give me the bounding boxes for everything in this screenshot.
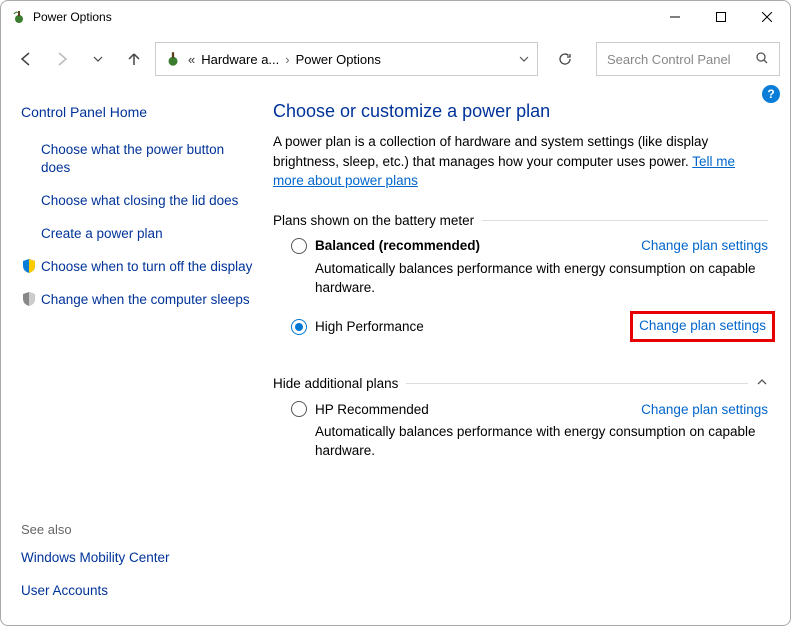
plan-desc-hp-recommended: Automatically balances performance with … [315, 423, 768, 461]
plan-high-performance: High Performance Change plan settings [273, 313, 768, 340]
seealso-user-accounts[interactable]: User Accounts [21, 582, 108, 601]
main-panel: ? Choose or customize a power plan A pow… [263, 85, 790, 625]
change-settings-balanced[interactable]: Change plan settings [641, 238, 768, 253]
plan-balanced: Balanced (recommended) Change plan setti… [273, 238, 768, 298]
sidebar-link-closing-lid[interactable]: Choose what closing the lid does [41, 192, 238, 211]
sidebar-link-computer-sleeps[interactable]: Change when the computer sleeps [41, 291, 250, 310]
section-additional-plans[interactable]: Hide additional plans [273, 376, 768, 391]
sidebar-link-power-button[interactable]: Choose what the power button does [41, 141, 253, 179]
breadcrumb-prefix: « [188, 52, 195, 67]
radio-high-performance[interactable] [291, 319, 307, 335]
shield-icon [21, 291, 37, 307]
chevron-down-icon[interactable] [519, 52, 529, 67]
address-bar[interactable]: « Hardware a... › Power Options [155, 42, 538, 76]
page-description: A power plan is a collection of hardware… [273, 132, 768, 191]
help-icon[interactable]: ? [762, 85, 780, 103]
control-panel-icon [164, 50, 182, 68]
plan-name-high-performance[interactable]: High Performance [315, 319, 424, 334]
window-icon [11, 9, 27, 25]
see-also-label: See also [21, 522, 253, 537]
refresh-button[interactable] [548, 42, 582, 76]
search-input[interactable]: Search Control Panel [596, 42, 780, 76]
seealso-mobility-center[interactable]: Windows Mobility Center [21, 549, 170, 568]
minimize-button[interactable] [652, 2, 698, 32]
page-heading: Choose or customize a power plan [273, 101, 768, 122]
up-button[interactable] [119, 44, 149, 74]
section-battery-plans: Plans shown on the battery meter [273, 213, 768, 228]
plan-name-hp-recommended[interactable]: HP Recommended [315, 402, 429, 417]
radio-hp-recommended[interactable] [291, 401, 307, 417]
plan-name-balanced[interactable]: Balanced (recommended) [315, 238, 480, 253]
forward-button[interactable] [47, 44, 77, 74]
breadcrumb-hardware[interactable]: Hardware a... [201, 52, 279, 67]
chevron-up-icon [756, 376, 768, 391]
back-button[interactable] [11, 44, 41, 74]
change-settings-high-performance[interactable]: Change plan settings [639, 318, 766, 333]
search-placeholder: Search Control Panel [607, 52, 731, 67]
change-settings-hp-recommended[interactable]: Change plan settings [641, 402, 768, 417]
highlight-annotation: Change plan settings [630, 311, 775, 342]
chevron-right-icon: › [285, 52, 289, 67]
sidebar-link-turn-off-display[interactable]: Choose when to turn off the display [41, 258, 252, 277]
close-button[interactable] [744, 2, 790, 32]
maximize-button[interactable] [698, 2, 744, 32]
plan-hp-recommended: HP Recommended Change plan settings Auto… [273, 401, 768, 461]
search-icon [755, 51, 769, 68]
control-panel-home-link[interactable]: Control Panel Home [21, 103, 253, 123]
titlebar: Power Options [1, 1, 790, 33]
plan-desc-balanced: Automatically balances performance with … [315, 260, 768, 298]
recent-dropdown[interactable] [83, 44, 113, 74]
sidebar: Control Panel Home Choose what the power… [1, 85, 263, 625]
window-title: Power Options [33, 10, 652, 24]
toolbar: « Hardware a... › Power Options Search C… [1, 33, 790, 85]
shield-icon [21, 258, 37, 274]
sidebar-link-create-plan[interactable]: Create a power plan [41, 225, 163, 244]
radio-balanced[interactable] [291, 238, 307, 254]
breadcrumb-power-options[interactable]: Power Options [296, 52, 381, 67]
